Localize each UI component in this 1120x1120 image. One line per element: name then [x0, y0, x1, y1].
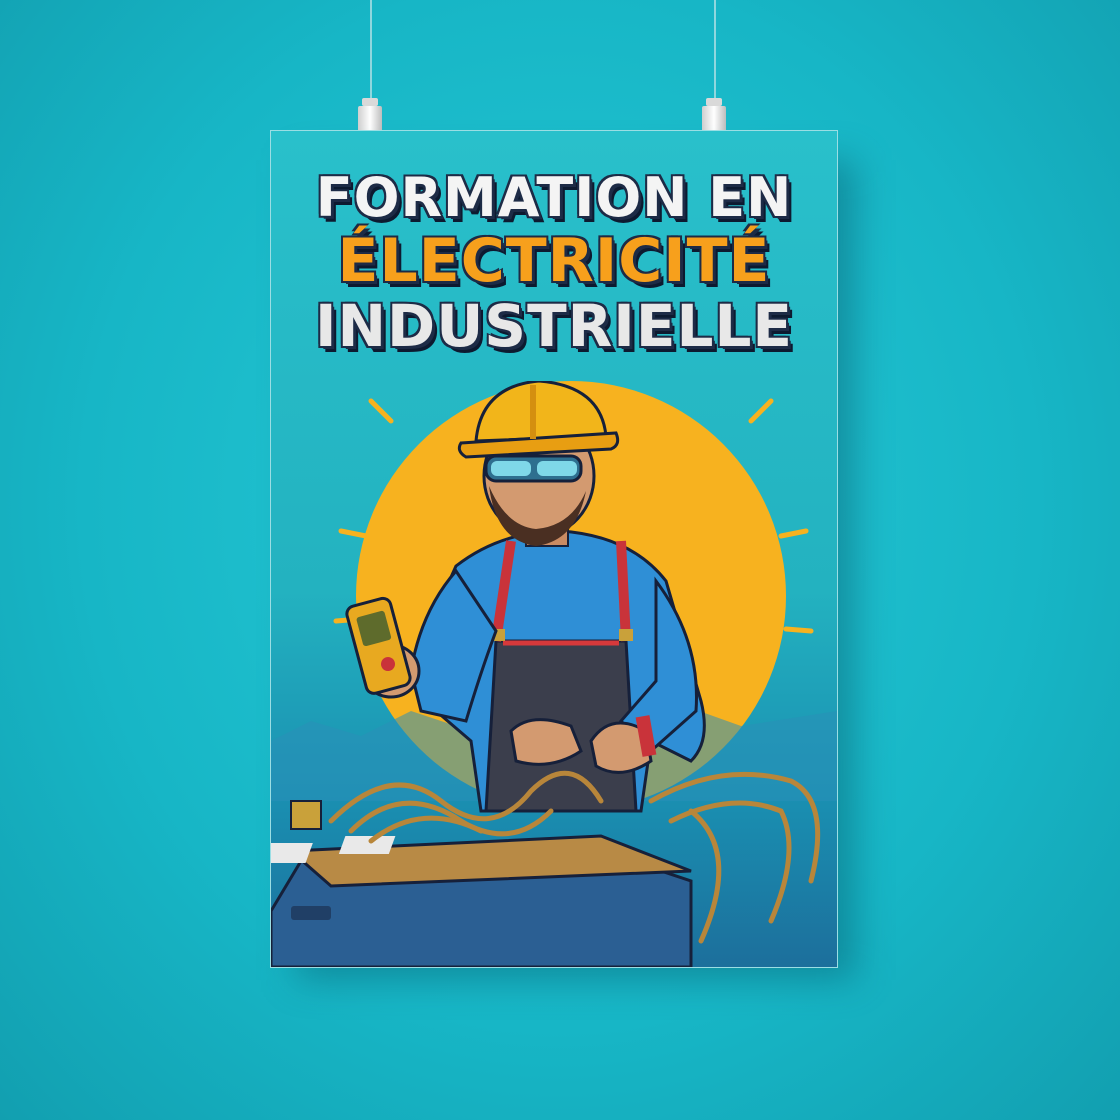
- electrician-illustration: [271, 381, 837, 967]
- poster: FORMATION EN ÉLECTRICITÉ INDUSTRIELLE: [270, 130, 838, 968]
- title-line-1: FORMATION EN: [315, 166, 793, 229]
- hanging-wire-left: [370, 0, 372, 100]
- title-line-2: ÉLECTRICITÉ: [337, 226, 771, 296]
- title-line-3: INDUSTRIELLE: [314, 292, 794, 360]
- poster-title: FORMATION EN ÉLECTRICITÉ INDUSTRIELLE: [271, 166, 837, 360]
- hanging-wire-right: [714, 0, 716, 100]
